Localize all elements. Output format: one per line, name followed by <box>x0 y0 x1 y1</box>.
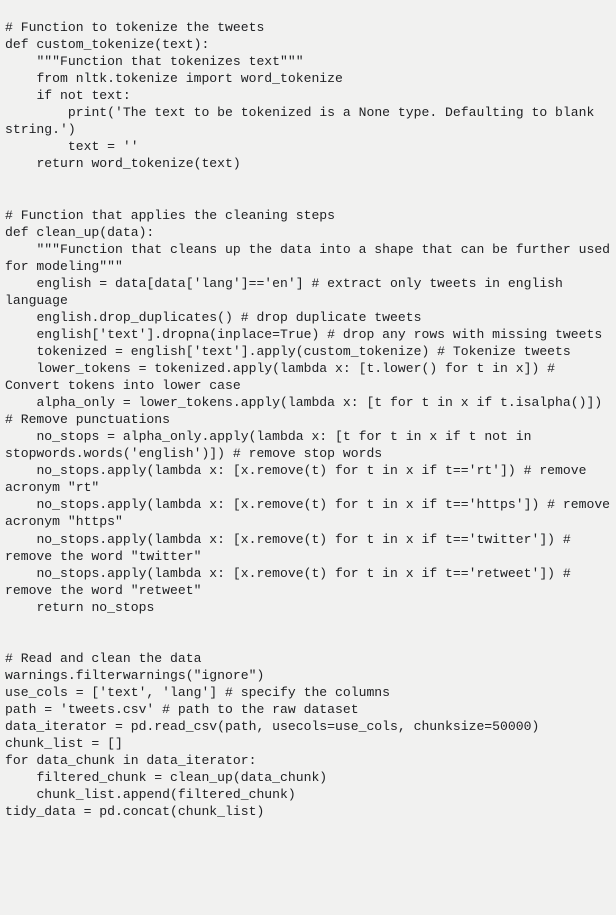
code-block: # Function to tokenize the tweets def cu… <box>0 13 616 915</box>
